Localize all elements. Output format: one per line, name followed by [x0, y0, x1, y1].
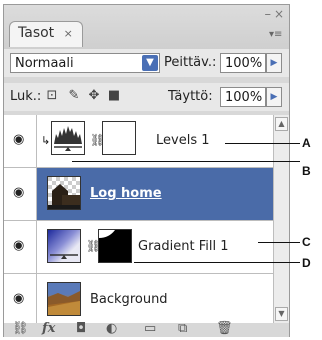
panel-titlebar: Tasot × – × ▾≡: [4, 5, 289, 49]
levels-adjustment-thumbnail: [51, 121, 85, 155]
clip-arrow-icon: ↳: [41, 134, 51, 147]
lock-paint-icon[interactable]: ✎: [66, 88, 82, 104]
layer-row-log-home[interactable]: ◉ Log home: [4, 168, 273, 221]
blend-row: Normaali ▼ Peittäv.: 100% ▶: [4, 49, 289, 77]
tab-label: Tasot: [18, 25, 55, 41]
visibility-toggle[interactable]: ◉: [4, 274, 37, 326]
callout-d: D: [302, 256, 311, 270]
layers-panel: Tasot × – × ▾≡ Normaali ▼ Peittäv.: 100%…: [3, 4, 290, 337]
chevron-down-icon[interactable]: ▼: [142, 55, 158, 71]
eye-icon: ◉: [13, 132, 25, 147]
lock-row: Luk.: ⊡ ✎ ✥ ■ Täyttö: 100% ▶: [4, 83, 289, 111]
fx-icon[interactable]: fx: [42, 321, 55, 336]
tab-close-icon[interactable]: ×: [64, 27, 73, 40]
visibility-toggle[interactable]: ◉: [4, 115, 37, 167]
callout-b: B: [302, 164, 311, 178]
lock-label: Luk.:: [10, 89, 42, 104]
eye-icon: ◉: [13, 238, 25, 253]
lock-position-icon[interactable]: ✥: [86, 88, 102, 104]
visibility-toggle[interactable]: ◉: [4, 221, 37, 273]
scroll-up-icon[interactable]: ▲: [275, 117, 288, 131]
layer-name: Gradient Fill 1: [138, 239, 229, 254]
gradient-fill-thumbnail: [47, 229, 81, 263]
log-home-thumbnail: [47, 176, 81, 210]
callout-a: A: [302, 136, 311, 150]
callout-line-a: [225, 143, 300, 144]
tab-layers[interactable]: Tasot ×: [9, 21, 83, 47]
callout-line-c: [258, 242, 300, 243]
visibility-toggle[interactable]: ◉: [4, 168, 37, 220]
adjustment-icon[interactable]: ◐: [106, 321, 117, 336]
callout-c: C: [302, 235, 311, 249]
layer-name: Levels 1: [156, 133, 210, 148]
layers-scrollbar[interactable]: ▲ ▼: [273, 115, 289, 323]
panel-menu-icon[interactable]: ▾≡: [269, 29, 283, 43]
blend-mode-select[interactable]: Normaali ▼: [10, 53, 160, 73]
layer-row-gradient-fill[interactable]: ◉ ⛓ Gradient Fill 1: [4, 221, 273, 274]
trash-icon[interactable]: 🗑: [216, 321, 233, 336]
mask-icon[interactable]: ◘: [76, 321, 86, 336]
background-thumbnail: [47, 282, 81, 316]
layer-mask-thumbnail: [102, 121, 136, 155]
panel-footer: ⛓ fx ◘ ◐ ▭ ⧉ 🗑: [4, 321, 289, 337]
lock-transparency-icon[interactable]: ⊡: [44, 88, 60, 104]
opacity-label: Peittäv.:: [164, 55, 217, 70]
close-icon[interactable]: ×: [274, 7, 284, 21]
callout-line-d: [134, 262, 300, 263]
eye-icon: ◉: [13, 185, 25, 200]
fill-label: Täyttö:: [168, 89, 213, 104]
layer-name: Background: [90, 292, 168, 307]
layer-name: Log home: [90, 186, 162, 201]
opacity-field[interactable]: 100%: [220, 53, 266, 73]
layer-row-background[interactable]: ◉ Background: [4, 274, 273, 327]
new-layer-icon[interactable]: ⧉: [178, 321, 187, 336]
group-icon[interactable]: ▭: [144, 321, 156, 336]
scroll-down-icon[interactable]: ▼: [275, 307, 288, 321]
layers-list: ◉ ↳ ⛓ Levels 1 ◉ Log home ◉ ⛓ Gradient F…: [4, 115, 273, 327]
opacity-slider-button[interactable]: ▶: [266, 53, 282, 73]
blend-mode-value: Normaali: [15, 56, 74, 71]
callout-line-b: [72, 161, 300, 162]
eye-icon: ◉: [13, 291, 25, 306]
fill-slider-button[interactable]: ▶: [266, 87, 282, 107]
gradient-mask-thumbnail: [98, 229, 132, 263]
fill-field[interactable]: 100%: [220, 87, 266, 107]
lock-all-icon[interactable]: ■: [106, 88, 122, 104]
link-layers-icon[interactable]: ⛓: [12, 321, 29, 336]
minimize-icon[interactable]: –: [265, 7, 272, 22]
